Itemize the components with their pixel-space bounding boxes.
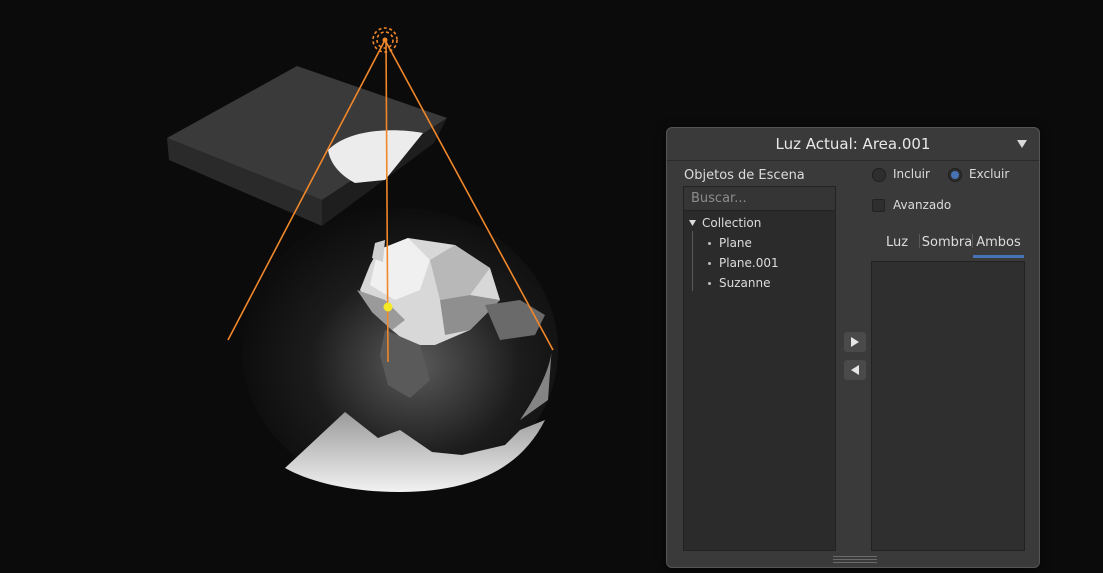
play-left-icon (851, 365, 859, 375)
triangle-down-icon[interactable] (1015, 137, 1029, 151)
bullet-icon (708, 241, 711, 245)
light-linking-panel: Luz Actual: Area.001 Objetos de Escena C… (666, 127, 1040, 568)
tree-item-plane-001[interactable]: Plane.001 (708, 256, 779, 270)
advanced-checkbox[interactable] (872, 199, 885, 212)
box-object[interactable] (167, 66, 447, 226)
linked-objects-list[interactable] (871, 261, 1025, 551)
tree-item-label: Plane (719, 236, 752, 250)
collection-label: Collection (702, 216, 762, 230)
tab-ambos[interactable]: Ambos (973, 228, 1024, 256)
tree-item-collection[interactable]: Collection (689, 216, 761, 230)
scene-objects-label: Objetos de Escena (684, 168, 805, 183)
bullet-icon (708, 261, 711, 265)
triangle-down-icon[interactable] (689, 220, 696, 226)
include-radio[interactable] (872, 168, 886, 182)
tree-guide-line (692, 231, 693, 291)
move-right-button[interactable] (844, 332, 866, 352)
play-right-icon (851, 337, 859, 347)
bullet-icon (708, 281, 711, 285)
light-target-dot[interactable] (383, 302, 393, 312)
search-input[interactable] (684, 187, 835, 211)
tab-luz[interactable]: Luz (881, 228, 913, 256)
include-label: Incluir (893, 167, 930, 181)
tree-item-plane[interactable]: Plane (708, 236, 752, 250)
resize-grip[interactable] (833, 556, 877, 564)
panel-header[interactable]: Luz Actual: Area.001 (667, 128, 1039, 161)
move-left-button[interactable] (844, 360, 866, 380)
active-tab-indicator (973, 255, 1024, 258)
advanced-label: Avanzado (893, 198, 952, 212)
tree-item-label: Plane.001 (719, 256, 779, 270)
panel-title: Luz Actual: Area.001 (775, 135, 931, 153)
tab-separator (919, 234, 920, 248)
tree-item-label: Suzanne (719, 276, 771, 290)
tab-sombra[interactable]: Sombra (922, 228, 972, 256)
scene-objects-list[interactable]: Collection Plane Plane.001 Suzanne (683, 186, 836, 551)
tree-item-suzanne[interactable]: Suzanne (708, 276, 770, 290)
exclude-label: Excluir (969, 167, 1010, 181)
exclude-radio[interactable] (948, 168, 962, 182)
